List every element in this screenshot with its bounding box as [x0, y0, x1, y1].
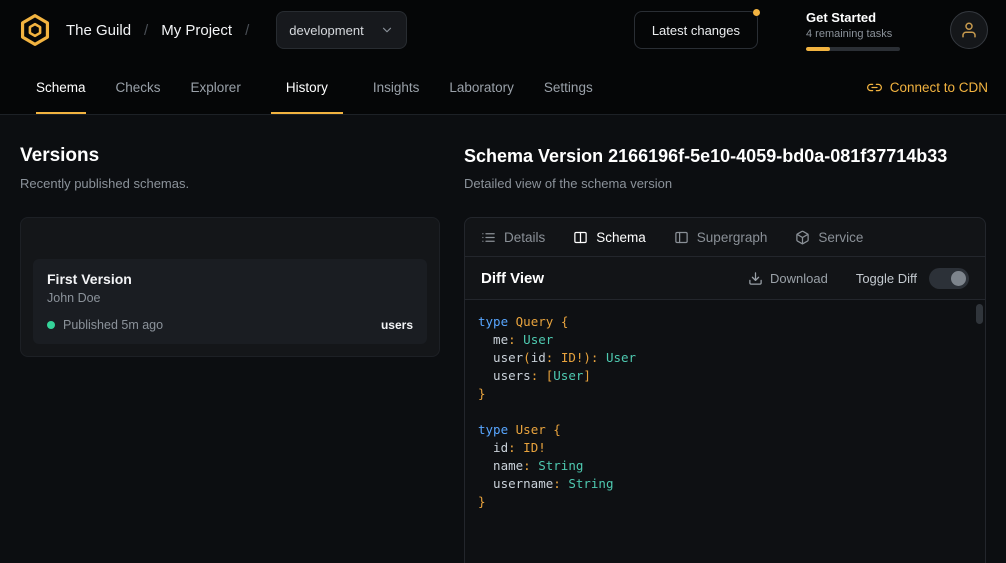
version-status-row: Published 5m ago users	[47, 318, 413, 332]
versions-title: Versions	[20, 145, 440, 167]
diff-header: Diff View Download Toggle Diff	[465, 257, 985, 300]
tab-schema[interactable]: Schema	[36, 60, 86, 114]
progress-bar	[806, 47, 900, 51]
connect-cdn-label: Connect to CDN	[890, 80, 988, 95]
switch-knob	[951, 271, 966, 286]
version-status: Published 5m ago	[63, 318, 163, 332]
get-started-subtitle: 4 remaining tasks	[806, 28, 900, 40]
version-service-badge: users	[381, 318, 413, 332]
diff-view-title: Diff View	[481, 270, 544, 287]
code-line: username: String	[478, 475, 965, 493]
breadcrumb-org[interactable]: The Guild	[66, 22, 131, 39]
app-root: The Guild / My Project / development Lat…	[0, 0, 1006, 563]
get-started-widget[interactable]: Get Started 4 remaining tasks	[806, 10, 900, 51]
chevron-down-icon	[380, 23, 394, 37]
tab-explorer[interactable]: Explorer	[191, 60, 241, 114]
code-line: type User {	[478, 421, 965, 439]
sdl-code-viewer: type Query { me: User user(id: ID!): Use…	[465, 300, 985, 563]
main-nav: Schema Checks Explorer History Insights …	[0, 60, 1006, 115]
top-header: The Guild / My Project / development Lat…	[0, 0, 1006, 60]
version-name: First Version	[47, 271, 413, 287]
breadcrumb-project[interactable]: My Project	[161, 22, 232, 39]
tab-history[interactable]: History	[271, 60, 343, 114]
diff-actions: Download Toggle Diff	[748, 268, 969, 289]
detail-tab-label: Supergraph	[697, 230, 768, 245]
tab-insights[interactable]: Insights	[373, 60, 420, 114]
versions-section: Versions Recently published schemas. Fir…	[20, 145, 440, 563]
link-icon	[867, 80, 882, 95]
code-line: type Query {	[478, 313, 965, 331]
layout-icon	[674, 230, 689, 245]
main-content: Versions Recently published schemas. Fir…	[0, 115, 1006, 563]
connect-cdn-button[interactable]: Connect to CDN	[867, 60, 988, 114]
hive-logo-icon[interactable]	[18, 13, 52, 47]
code-line: name: String	[478, 457, 965, 475]
user-icon	[960, 21, 978, 39]
detail-tab-details[interactable]: Details	[481, 230, 545, 245]
toggle-diff-switch[interactable]	[929, 268, 969, 289]
box-icon	[795, 230, 810, 245]
code-line: }	[478, 493, 965, 511]
detail-tab-schema[interactable]: Schema	[573, 230, 646, 245]
detail-tab-label: Schema	[596, 230, 646, 245]
notification-dot	[753, 9, 760, 16]
detail-tab-label: Service	[818, 230, 863, 245]
version-author: John Doe	[47, 291, 413, 305]
nav-tabs: Schema Checks Explorer History Insights …	[36, 60, 593, 114]
toggle-diff-label: Toggle Diff	[856, 271, 917, 286]
breadcrumb-separator: /	[144, 22, 148, 39]
progress-fill	[806, 47, 830, 51]
version-detail-title: Schema Version 2166196f-5e10-4059-bd0a-0…	[464, 145, 986, 167]
latest-changes-label: Latest changes	[652, 23, 740, 38]
detail-tab-supergraph[interactable]: Supergraph	[674, 230, 768, 245]
target-select[interactable]: development	[276, 11, 406, 49]
header-left: The Guild / My Project / development	[18, 11, 407, 49]
latest-changes-button[interactable]: Latest changes	[634, 11, 758, 49]
code-line: }	[478, 385, 965, 403]
detail-tab-service[interactable]: Service	[795, 230, 863, 245]
download-button[interactable]: Download	[748, 271, 828, 286]
header-right: Latest changes Get Started 4 remaining t…	[634, 10, 988, 51]
tab-checks[interactable]: Checks	[116, 60, 161, 114]
version-detail-panel: Details Schema Supergraph Service	[464, 217, 986, 563]
get-started-title: Get Started	[806, 10, 900, 25]
breadcrumb-separator: /	[245, 22, 249, 39]
code-line	[478, 403, 965, 421]
code-block: type Query { me: User user(id: ID!): Use…	[465, 300, 985, 524]
columns-icon	[573, 230, 588, 245]
download-label: Download	[770, 271, 828, 286]
versions-subtitle: Recently published schemas.	[20, 176, 440, 191]
published-dot-icon	[47, 321, 55, 329]
tab-settings[interactable]: Settings	[544, 60, 593, 114]
version-detail-subtitle: Detailed view of the schema version	[464, 176, 986, 191]
code-line: users: [User]	[478, 367, 965, 385]
version-list-item[interactable]: First Version John Doe Published 5m ago …	[33, 259, 427, 344]
download-icon	[748, 271, 763, 286]
detail-tab-label: Details	[504, 230, 545, 245]
code-line: user(id: ID!): User	[478, 349, 965, 367]
avatar[interactable]	[950, 11, 988, 49]
version-detail-section: Schema Version 2166196f-5e10-4059-bd0a-0…	[464, 145, 986, 563]
list-icon	[481, 230, 496, 245]
tab-laboratory[interactable]: Laboratory	[449, 60, 514, 114]
code-line: id: ID!	[478, 439, 965, 457]
detail-tabs: Details Schema Supergraph Service	[465, 218, 985, 257]
target-select-value: development	[289, 23, 363, 38]
versions-card: First Version John Doe Published 5m ago …	[20, 217, 440, 357]
scrollbar-thumb[interactable]	[976, 304, 983, 324]
code-line: me: User	[478, 331, 965, 349]
